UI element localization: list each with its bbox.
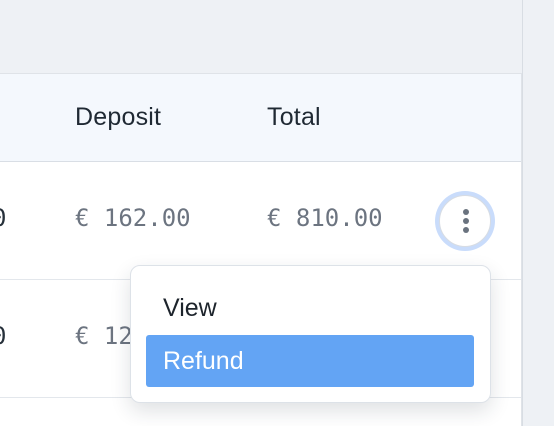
right-scroll-gutter[interactable] <box>522 0 554 426</box>
menu-item-refund[interactable]: Refund <box>146 335 474 387</box>
more-vertical-icon-dot <box>463 227 469 233</box>
table-header: Deposit Total <box>0 74 521 162</box>
truncated-cell-value: 0 <box>0 322 6 350</box>
deposit-cell: € 12 <box>75 322 133 350</box>
table-row[interactable]: 0 € 162.00 € 810.00 <box>0 162 521 280</box>
row-actions-button[interactable] <box>439 195 491 247</box>
more-vertical-icon-dot <box>463 218 469 224</box>
column-header-deposit: Deposit <box>75 103 162 131</box>
total-cell: € 810.00 <box>267 204 383 232</box>
more-vertical-icon <box>463 209 469 215</box>
column-header-total: Total <box>267 103 321 131</box>
menu-item-view[interactable]: View <box>146 282 474 334</box>
truncated-cell-value: 0 <box>0 204 6 232</box>
deposit-cell: € 162.00 <box>75 204 191 232</box>
row-actions-menu: View Refund <box>130 265 491 403</box>
page: Deposit Total 0 € 162.00 € 810.00 0 € 12… <box>0 0 554 426</box>
